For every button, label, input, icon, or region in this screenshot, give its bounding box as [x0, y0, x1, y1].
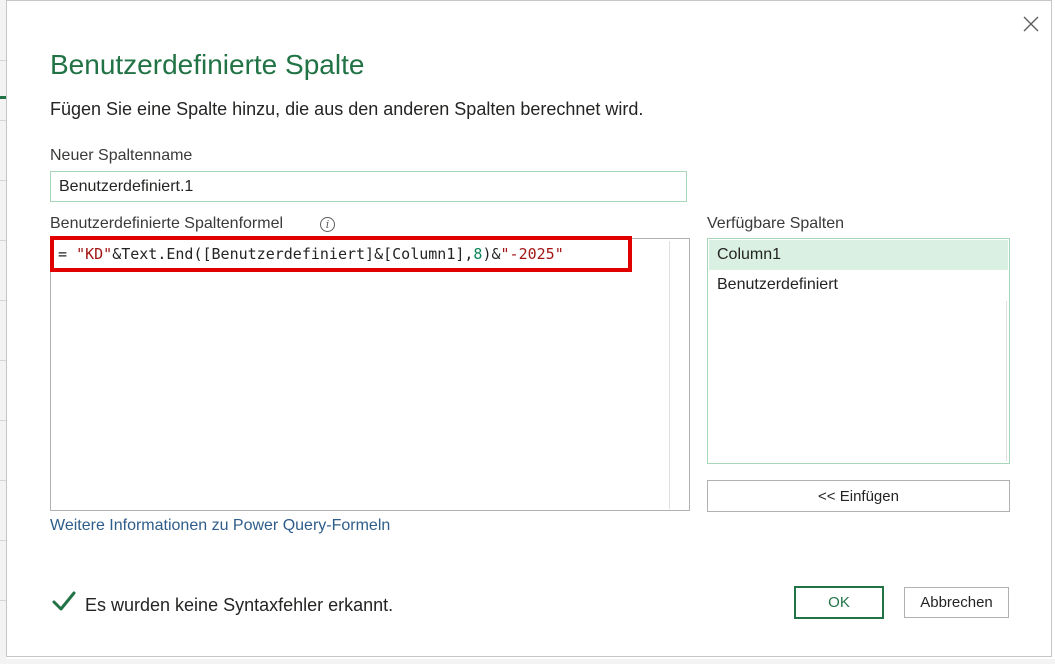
- custom-column-dialog: Benutzerdefinierte Spalte Fügen Sie eine…: [6, 0, 1052, 657]
- column-name-label: Neuer Spaltenname: [50, 147, 193, 164]
- formula-label: Benutzerdefinierte Spaltenformel: [50, 215, 284, 232]
- available-columns-label: Verfügbare Spalten: [707, 215, 844, 232]
- list-scrollbar[interactable]: [1006, 301, 1007, 461]
- formula-token: =: [58, 245, 77, 263]
- column-name-input[interactable]: [50, 171, 687, 202]
- list-item-benutzerdefiniert[interactable]: Benutzerdefiniert: [709, 270, 1008, 300]
- dialog-subtitle: Fügen Sie eine Spalte hinzu, die aus den…: [50, 99, 644, 119]
- cancel-button[interactable]: Abbrechen: [904, 587, 1009, 618]
- background-sheet-bottom: [0, 659, 1055, 664]
- formula-token: &Text.End([Benutzerdefiniert]&[Column1],: [112, 245, 474, 263]
- insert-button[interactable]: << Einfügen: [707, 480, 1010, 512]
- info-icon[interactable]: i: [320, 217, 335, 232]
- list-item-column1[interactable]: Column1: [709, 240, 1008, 270]
- available-columns-list[interactable]: Column1 Benutzerdefiniert: [707, 238, 1010, 464]
- more-info-link[interactable]: Weitere Informationen zu Power Query-For…: [50, 517, 390, 535]
- formula-token: )&: [482, 245, 501, 263]
- formula-token: "KD": [76, 245, 113, 263]
- close-button[interactable]: [1018, 11, 1044, 37]
- check-icon: [52, 591, 76, 611]
- syntax-status: Es wurden keine Syntaxfehler erkannt.: [85, 595, 394, 615]
- ok-button[interactable]: OK: [794, 586, 884, 619]
- dialog-title: Benutzerdefinierte Spalte: [50, 49, 365, 80]
- close-icon: [1023, 16, 1039, 32]
- formula-text: = "KD"&Text.End([Benutzerdefiniert]&[Col…: [58, 245, 564, 263]
- formula-editor[interactable]: = "KD"&Text.End([Benutzerdefiniert]&[Col…: [50, 238, 690, 511]
- formula-token: "-2025": [500, 245, 564, 263]
- formula-scrollbar[interactable]: [669, 241, 687, 509]
